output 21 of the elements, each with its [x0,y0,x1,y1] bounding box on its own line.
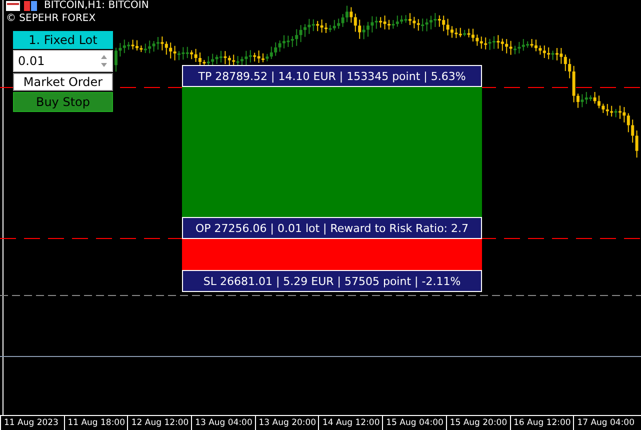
time-axis-label: 15 Aug 20:00 [446,416,510,430]
stop-loss-label: SL 26681.01 | 5.29 EUR | 57505 point | -2.11% [182,270,482,292]
chart-title: BITCOIN,H1: BITCOIN [44,0,149,12]
open-price-label: OP 27256.06 | 0.01 lot | Reward to Risk Ratio: 2.7 [182,217,482,239]
time-axis-label: 11 Aug 18:00 [64,416,128,430]
time-axis-label: 11 Aug 2023 [0,416,64,430]
spinner-icon[interactable] [100,54,108,68]
lot-input[interactable]: 0.01 [13,50,113,72]
fixed-lot-button[interactable]: 1. Fixed Lot [13,31,113,49]
time-axis-label: 15 Aug 04:00 [382,416,446,430]
time-axis-label: 13 Aug 20:00 [254,416,318,430]
time-axis-label: 13 Aug 04:00 [191,416,255,430]
flag-icon [6,0,38,12]
time-axis-label: 12 Aug 12:00 [127,416,192,430]
time-axis-label: 17 Aug 04:00 [573,416,637,430]
market-order-button[interactable]: Market Order [13,73,113,91]
copyright-text: © SEPEHR FOREX [6,13,96,25]
take-profit-label: TP 28789.52 | 14.10 EUR | 153345 point | 5.63% [182,65,482,87]
time-axis-label: 14 Aug 12:00 [318,416,382,430]
buy-stop-button[interactable]: Buy Stop [13,92,113,112]
time-axis-label: 16 Aug 12:00 [510,416,574,430]
